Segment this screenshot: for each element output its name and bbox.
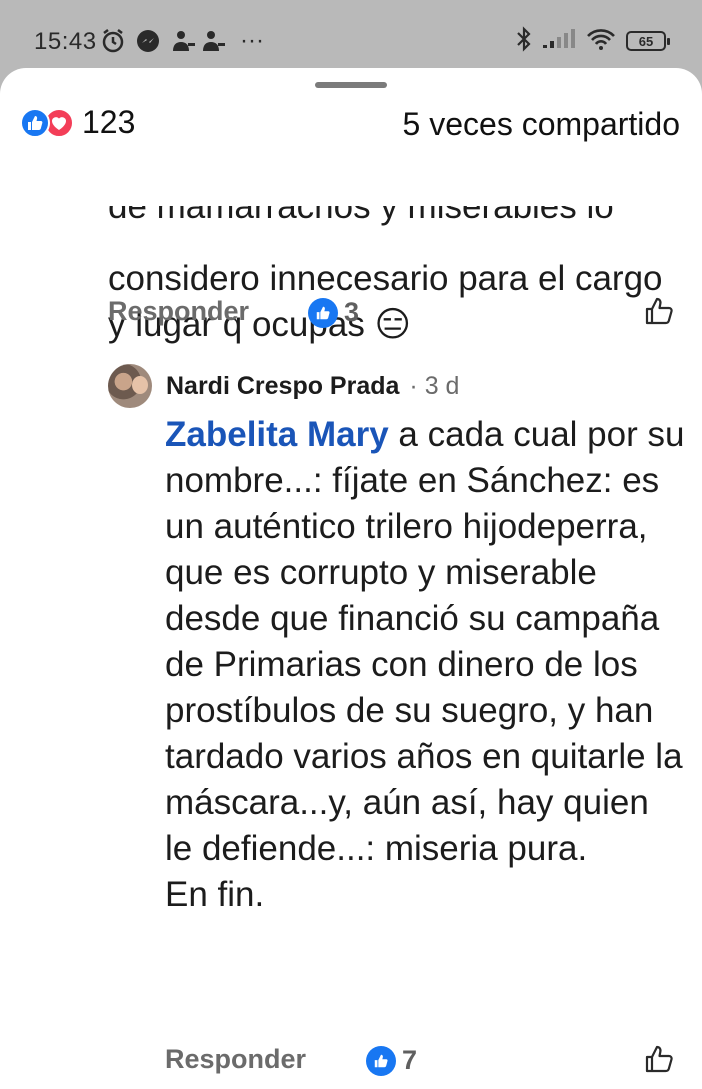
person-icon [170,26,196,56]
reactions-summary[interactable]: 123 [20,104,135,141]
reply-button[interactable]: Responder [165,1044,306,1075]
share-count[interactable]: 5 veces compartido [403,106,680,143]
reply-button[interactable]: Responder [108,296,249,327]
wifi-icon [586,27,616,56]
comment-author[interactable]: Nardi Crespo Prada [166,372,399,401]
alarm-icon [100,26,126,56]
comment-actions: Responder [108,296,249,327]
comment-like-count[interactable]: 3 [308,297,359,328]
reply-actions: Responder [165,1044,306,1075]
bluetooth-icon [516,25,532,57]
like-button-icon[interactable] [644,1044,674,1079]
person-icon [200,26,226,56]
reply-text: Zabelita Mary a cada cual por su nombre.… [165,412,685,918]
reply-text-body: a cada cual por su nombre...: fíjate en … [165,415,685,868]
more-dots-icon: ··· [240,27,264,54]
status-time: 15:43 [34,28,97,55]
battery-icon: 65 [626,31,670,51]
like-button-icon[interactable] [644,296,674,331]
status-right-icons: 65 [516,25,670,57]
comment-clipped-line: de mamarrachos y miserables lo [108,206,614,226]
avatar[interactable] [108,364,152,408]
comment-time: · 3 d [409,371,460,400]
like-reaction-icon [308,297,338,328]
like-reaction-icon [366,1045,396,1076]
comments-sheet[interactable]: 123 5 veces compartido de mamarrachos y … [0,68,702,1089]
signal-icon [542,28,576,54]
messenger-icon [136,26,160,56]
reply-closing: En fin. [165,875,265,914]
like-reaction-icon [20,107,50,138]
reply-like-count[interactable]: 7 [366,1045,417,1076]
reaction-count: 123 [82,104,136,140]
reply-header: Nardi Crespo Prada · 3 d [108,364,459,408]
mention-link[interactable]: Zabelita Mary [165,415,389,454]
sheet-drag-handle[interactable] [315,82,387,88]
